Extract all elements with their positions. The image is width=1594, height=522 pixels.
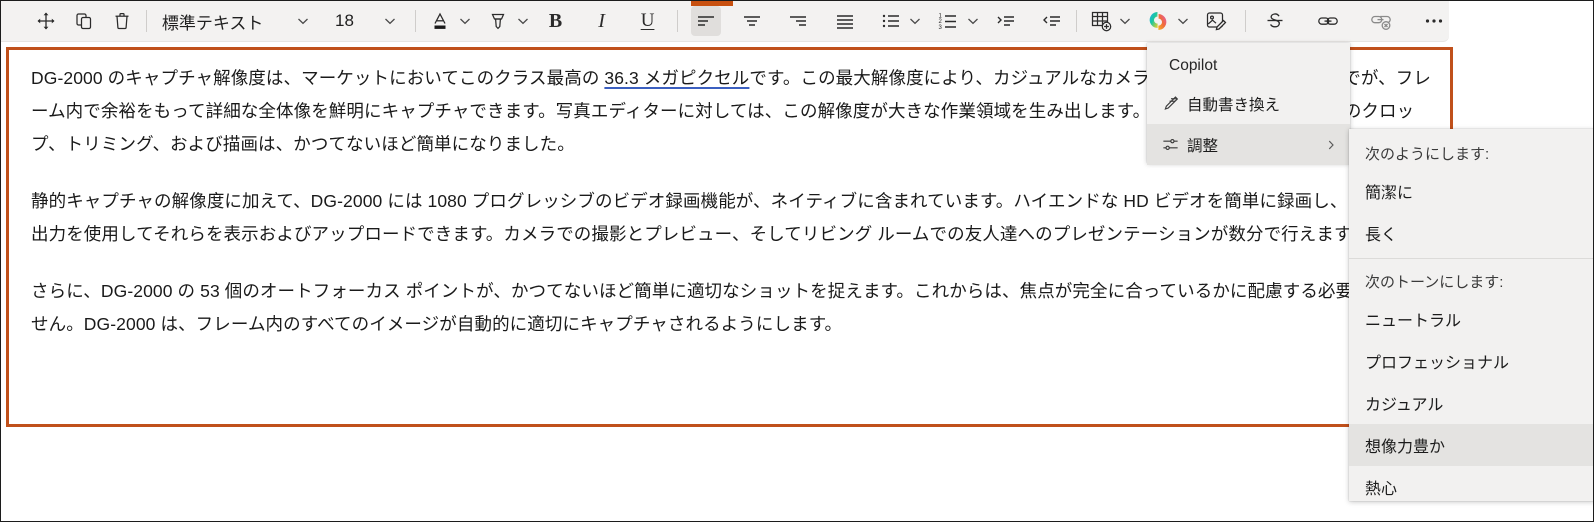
menu-item-auto-rewrite[interactable]: 自動書き換え	[1147, 83, 1350, 124]
menu-item-tone-professional[interactable]: プロフェッショナル	[1349, 340, 1593, 382]
menu-item-tone-enthusiastic-label: 熱心	[1365, 481, 1398, 498]
menu-item-tone-enthusiastic[interactable]: 熱心	[1349, 466, 1593, 508]
menu-item-tone-imaginative[interactable]: 想像力豊か	[1349, 424, 1593, 466]
menu-item-tone-casual[interactable]: カジュアル	[1349, 382, 1593, 424]
menu-item-adjust-label: 調整	[1187, 137, 1219, 155]
copilot-chevron-down-icon[interactable]	[1173, 6, 1193, 36]
font-color-icon[interactable]	[425, 6, 455, 36]
bullet-list-chevron-down-icon[interactable]	[906, 6, 926, 36]
align-right-button[interactable]	[783, 6, 813, 36]
more-options-icon[interactable]	[1419, 6, 1449, 36]
highlight-icon[interactable]	[483, 6, 513, 36]
insert-table-button[interactable]	[1086, 6, 1116, 36]
remove-link-icon[interactable]	[1366, 6, 1396, 36]
underline-button[interactable]: U	[633, 6, 663, 36]
menu-item-auto-rewrite-label: 自動書き換え	[1187, 96, 1281, 114]
numbered-list-chevron-down-icon[interactable]	[963, 6, 983, 36]
tone-section-header: 次のトーンにします:	[1365, 274, 1504, 291]
bold-button[interactable]: B	[541, 6, 571, 36]
strikethrough-button[interactable]	[1260, 6, 1290, 36]
menu-item-tone-neutral[interactable]: ニュートラル	[1349, 298, 1593, 340]
paragraph-style-label[interactable]: 標準テキスト	[156, 9, 270, 34]
paragraph-2-text: 静的キャプチャの解像度に加えて、DG-2000 には 1080 プログレッシブの…	[31, 191, 1433, 244]
paragraph-3: さらに、DG-2000 の 53 個のオートフォーカス ポイントが、かつてないほ…	[31, 275, 1436, 341]
length-section-header: 次のようにします:	[1365, 146, 1490, 163]
svg-text:3: 3	[939, 25, 943, 31]
menu-item-make-concise-label: 簡潔に	[1365, 185, 1414, 202]
paragraph-style-chevron-down-icon[interactable]	[293, 6, 313, 36]
tune-sliders-icon	[1161, 135, 1187, 154]
menu-item-make-longer[interactable]: 長く	[1349, 212, 1593, 254]
menu-item-adjust[interactable]: 調整	[1147, 124, 1350, 165]
bold-label: B	[548, 9, 563, 32]
menu-item-tone-neutral-label: ニュートラル	[1365, 313, 1462, 330]
align-center-button[interactable]	[737, 6, 767, 36]
edit-image-icon[interactable]	[1201, 6, 1231, 36]
font-size-chevron-down-icon[interactable]	[380, 6, 400, 36]
delete-icon[interactable]	[107, 6, 137, 36]
rewrite-pen-icon	[1161, 94, 1187, 113]
copilot-dropdown-menu: Copilot 自動書き換え 調整	[1147, 43, 1350, 165]
indent-decrease-button[interactable]	[1037, 6, 1067, 36]
formatting-toolbar: 標準テキスト 18 B I U 1 2 3	[1, 1, 1449, 42]
font-size-label[interactable]: 18	[329, 11, 360, 31]
copilot-icon[interactable]	[1143, 6, 1173, 36]
italic-button[interactable]: I	[587, 6, 617, 36]
copy-icon[interactable]	[69, 6, 99, 36]
underline-label: U	[640, 10, 655, 31]
menu-item-make-concise[interactable]: 簡潔に	[1349, 170, 1593, 212]
active-style-accent-bar	[691, 1, 733, 6]
italic-label: I	[598, 9, 605, 32]
bullet-list-button[interactable]	[876, 6, 906, 36]
align-justify-button[interactable]	[830, 6, 860, 36]
menu-item-tone-imaginative-label: 想像力豊か	[1365, 439, 1446, 456]
menu-item-tone-professional-label: プロフェッショナル	[1365, 355, 1510, 372]
paragraph-2: 静的キャプチャの解像度に加えて、DG-2000 には 1080 プログレッシブの…	[31, 185, 1436, 251]
menu-item-tone-casual-label: カジュアル	[1365, 397, 1444, 414]
megapixel-highlight-text[interactable]: 36.3 メガピクセル	[604, 68, 749, 88]
highlight-chevron-down-icon[interactable]	[513, 6, 533, 36]
paragraph-3-text: さらに、DG-2000 の 53 個のオートフォーカス ポイントが、かつてないほ…	[31, 281, 1424, 334]
insert-link-icon[interactable]	[1313, 6, 1343, 36]
indent-increase-button[interactable]	[991, 6, 1021, 36]
numbered-list-button[interactable]: 1 2 3	[933, 6, 963, 36]
move-icon[interactable]	[31, 6, 61, 36]
adjust-submenu: 次のようにします: 簡潔に 長く 次のトーンにします: ニュートラル プロフェッ…	[1349, 129, 1593, 501]
menu-item-make-longer-label: 長く	[1365, 227, 1398, 244]
align-left-button[interactable]	[691, 6, 722, 36]
font-color-chevron-down-icon[interactable]	[455, 6, 475, 36]
insert-table-chevron-down-icon[interactable]	[1116, 6, 1136, 36]
chevron-right-icon	[1324, 138, 1338, 152]
app-root: 標準テキスト 18 B I U 1 2 3 DG-2000 のキャプチャ解像度は…	[0, 0, 1594, 522]
paragraph-1-part-a: DG-2000 のキャプチャ解像度は、マーケットにおいてこのクラス最高の	[31, 68, 605, 88]
copilot-menu-header: Copilot	[1169, 57, 1218, 74]
